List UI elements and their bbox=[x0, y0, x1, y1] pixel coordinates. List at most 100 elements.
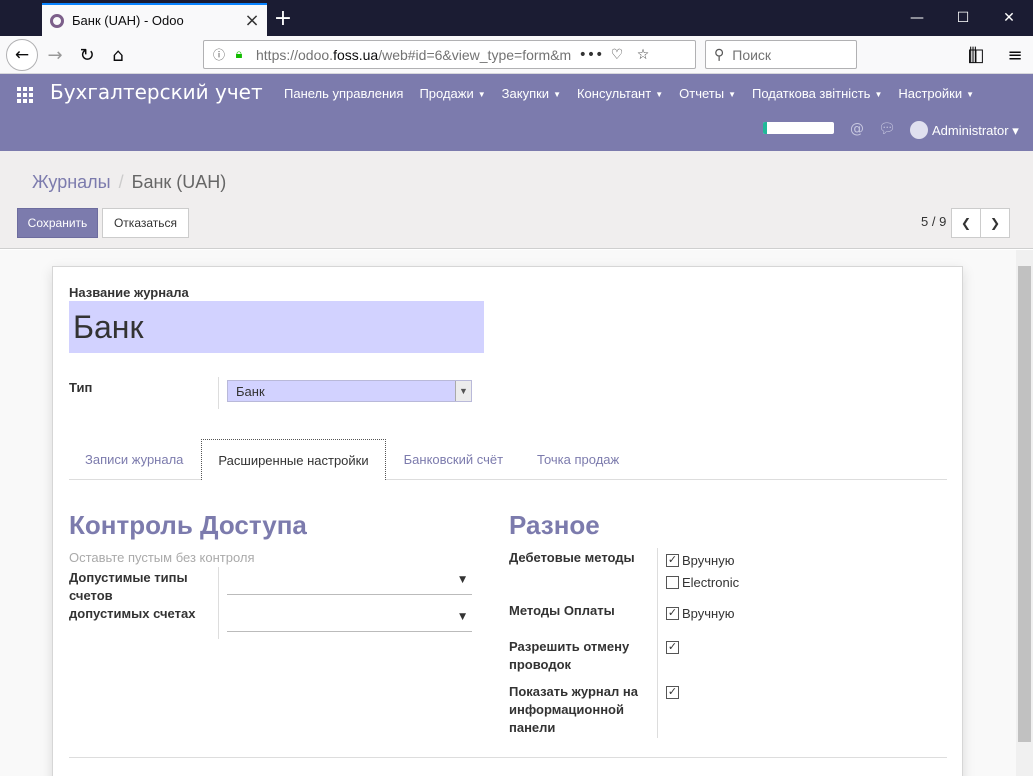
menu-dashboard[interactable]: Панель управления bbox=[276, 86, 411, 101]
notebook-tabs: Записи журнала Расширенные настройки Бан… bbox=[69, 439, 947, 480]
user-menu[interactable]: Administrator ▾ bbox=[932, 123, 1019, 139]
pager-previous-button[interactable]: ❮ bbox=[951, 208, 981, 238]
sidebar-icon[interactable]: ◫ bbox=[961, 40, 991, 70]
browser-tab-title: Банк (UAH) - Odoo bbox=[72, 13, 184, 28]
misc-heading: Разное bbox=[509, 510, 600, 540]
tab-bank-account[interactable]: Банковский счёт bbox=[388, 439, 519, 479]
checkmark-icon: ✓ bbox=[666, 607, 679, 620]
info-icon[interactable]: ⓘ bbox=[210, 46, 228, 64]
chevron-down-icon[interactable]: ▼ bbox=[455, 381, 471, 401]
checkmark-icon: ✓ bbox=[666, 641, 679, 654]
payment-manual-checkbox[interactable]: ✓ Вручную bbox=[666, 606, 734, 621]
caret-down-icon: ▼ bbox=[874, 90, 883, 100]
url-text[interactable]: https://odoo.foss.ua/web#id=6&view_type=… bbox=[256, 47, 578, 63]
progress-bar[interactable] bbox=[763, 122, 834, 134]
save-button[interactable]: Сохранить bbox=[17, 208, 98, 238]
caret-down-icon: ▼ bbox=[966, 90, 975, 100]
menu-purchases[interactable]: Закупки ▼ bbox=[494, 86, 569, 101]
tab-point-of-sale[interactable]: Точка продаж bbox=[521, 439, 635, 479]
at-mention-icon[interactable]: @ bbox=[850, 121, 864, 137]
menu-consultant[interactable]: Консультант ▼ bbox=[569, 86, 671, 101]
apps-grid-icon[interactable] bbox=[17, 87, 33, 103]
debit-manual-label: Вручную bbox=[682, 553, 735, 568]
form-view: Название журнала Банк Тип Банк ▼ Записи … bbox=[0, 250, 1033, 776]
checkmark-icon: ✓ bbox=[666, 554, 679, 567]
allowed-accounts-label: допустимых счетах bbox=[69, 606, 196, 621]
caret-down-icon: ▼ bbox=[728, 90, 736, 100]
odoo-favicon-icon bbox=[50, 13, 64, 28]
checkmark-icon: ✓ bbox=[666, 686, 679, 699]
new-tab-icon[interactable]: + bbox=[270, 4, 296, 32]
access-control-hint: Оставьте пустым без контроля bbox=[69, 550, 255, 565]
menu-reports[interactable]: Отчеты ▼ bbox=[671, 86, 744, 101]
reload-icon[interactable]: ↻ bbox=[72, 40, 102, 70]
divider bbox=[657, 548, 658, 738]
type-label: Тип bbox=[69, 380, 93, 395]
scrollbar-thumb[interactable] bbox=[1018, 266, 1031, 742]
debit-methods-label: Дебетовые методы bbox=[509, 550, 635, 565]
browser-tab[interactable]: Банк (UAH) - Odoo × bbox=[42, 3, 267, 36]
menu-settings[interactable]: Настройки ▼ bbox=[890, 86, 982, 101]
close-tab-icon[interactable]: × bbox=[241, 10, 263, 32]
chat-bubbles-icon[interactable]: 💬︎ bbox=[878, 121, 896, 137]
form-sheet: Название журнала Банк Тип Банк ▼ Записи … bbox=[52, 266, 963, 776]
minimize-icon[interactable]: — bbox=[902, 6, 932, 30]
checkbox-empty-icon bbox=[666, 576, 679, 589]
payment-manual-label: Вручную bbox=[682, 606, 735, 621]
control-panel: Журналы / Банк (UAH) Сохранить Отказаться … bbox=[0, 151, 1033, 249]
app-brand[interactable]: Бухгалтерский учет bbox=[50, 80, 263, 104]
browser-search-input[interactable] bbox=[732, 46, 843, 63]
home-icon[interactable]: ⌂ bbox=[103, 40, 133, 70]
odoo-main-navbar: Бухгалтерский учет Панель управления Про… bbox=[0, 74, 1033, 151]
allow-cancel-checkbox[interactable]: ✓ bbox=[666, 641, 682, 654]
show-on-dashboard-checkbox[interactable]: ✓ bbox=[666, 686, 682, 699]
caret-down-icon: ▼ bbox=[459, 575, 466, 585]
chevron-right-icon: ❯ bbox=[989, 216, 1001, 230]
page-actions-icon[interactable]: ••• bbox=[578, 47, 604, 63]
caret-down-icon: ▼ bbox=[459, 612, 466, 622]
url-bar[interactable]: ⓘ 🔒︎ https://odoo.foss.ua/web#id=6&view_… bbox=[203, 40, 696, 69]
access-control-heading: Контроль Доступа bbox=[69, 510, 307, 540]
menu-sales[interactable]: Продажи ▼ bbox=[411, 86, 493, 101]
back-icon[interactable]: ← bbox=[6, 39, 38, 71]
maximize-icon[interactable]: ☐ bbox=[948, 6, 978, 30]
pager-next-button[interactable]: ❯ bbox=[980, 208, 1010, 238]
search-icon: ⚲ bbox=[714, 46, 725, 63]
breadcrumb-separator: / bbox=[118, 172, 124, 192]
breadcrumb: Журналы / Банк (UAH) bbox=[32, 172, 226, 193]
debit-electronic-label: Electronic bbox=[682, 575, 740, 590]
scrollbar[interactable] bbox=[1016, 250, 1033, 776]
allow-cancel-label: Разрешить отмену проводок bbox=[509, 639, 630, 672]
allowed-account-types-label: Допустимые типы счетов bbox=[69, 570, 188, 603]
bookmark-star-icon[interactable]: ☆ bbox=[630, 47, 656, 63]
breadcrumb-journals-link[interactable]: Журналы bbox=[32, 172, 111, 192]
pager-value[interactable]: 5 / 9 bbox=[921, 214, 946, 229]
progress-fill bbox=[763, 122, 768, 134]
browser-tab-bar: Банк (UAH) - Odoo × + — ☐ ✕ bbox=[0, 0, 1033, 36]
allowed-account-types-field[interactable]: ▼ bbox=[227, 569, 472, 595]
tab-advanced-settings[interactable]: Расширенные настройки bbox=[201, 439, 386, 480]
menu-tax-reports[interactable]: Податкова звітність ▼ bbox=[744, 86, 890, 101]
browser-nav-bar: ← → ↻ ⌂ ⓘ 🔒︎ https://odoo.foss.ua/web#id… bbox=[0, 36, 1033, 74]
browser-search-box[interactable]: ⚲ bbox=[705, 40, 857, 69]
payment-methods-label: Методы Оплаты bbox=[509, 603, 615, 618]
lock-icon: 🔒︎ bbox=[235, 47, 243, 62]
journal-name-input[interactable]: Банк bbox=[69, 301, 484, 353]
caret-down-icon: ▼ bbox=[553, 90, 561, 100]
type-select[interactable]: Банк ▼ bbox=[227, 380, 472, 402]
caret-down-icon: ▼ bbox=[477, 90, 486, 100]
debit-manual-checkbox[interactable]: ✓ Вручную bbox=[666, 553, 734, 568]
tab-journal-entries[interactable]: Записи журнала bbox=[69, 439, 199, 479]
hamburger-menu-icon[interactable]: ≡ bbox=[1000, 40, 1030, 70]
avatar[interactable] bbox=[910, 121, 928, 139]
discard-button[interactable]: Отказаться bbox=[102, 208, 189, 238]
divider bbox=[69, 757, 947, 758]
allowed-accounts-field[interactable]: ▼ bbox=[227, 606, 472, 632]
chevron-left-icon: ❮ bbox=[960, 216, 972, 230]
divider bbox=[218, 567, 219, 639]
type-select-value: Банк bbox=[236, 383, 265, 399]
debit-electronic-checkbox[interactable]: Electronic bbox=[666, 575, 739, 590]
close-window-icon[interactable]: ✕ bbox=[994, 6, 1024, 30]
forward-icon[interactable]: → bbox=[40, 40, 70, 70]
pocket-icon[interactable]: ♡ bbox=[604, 47, 630, 63]
